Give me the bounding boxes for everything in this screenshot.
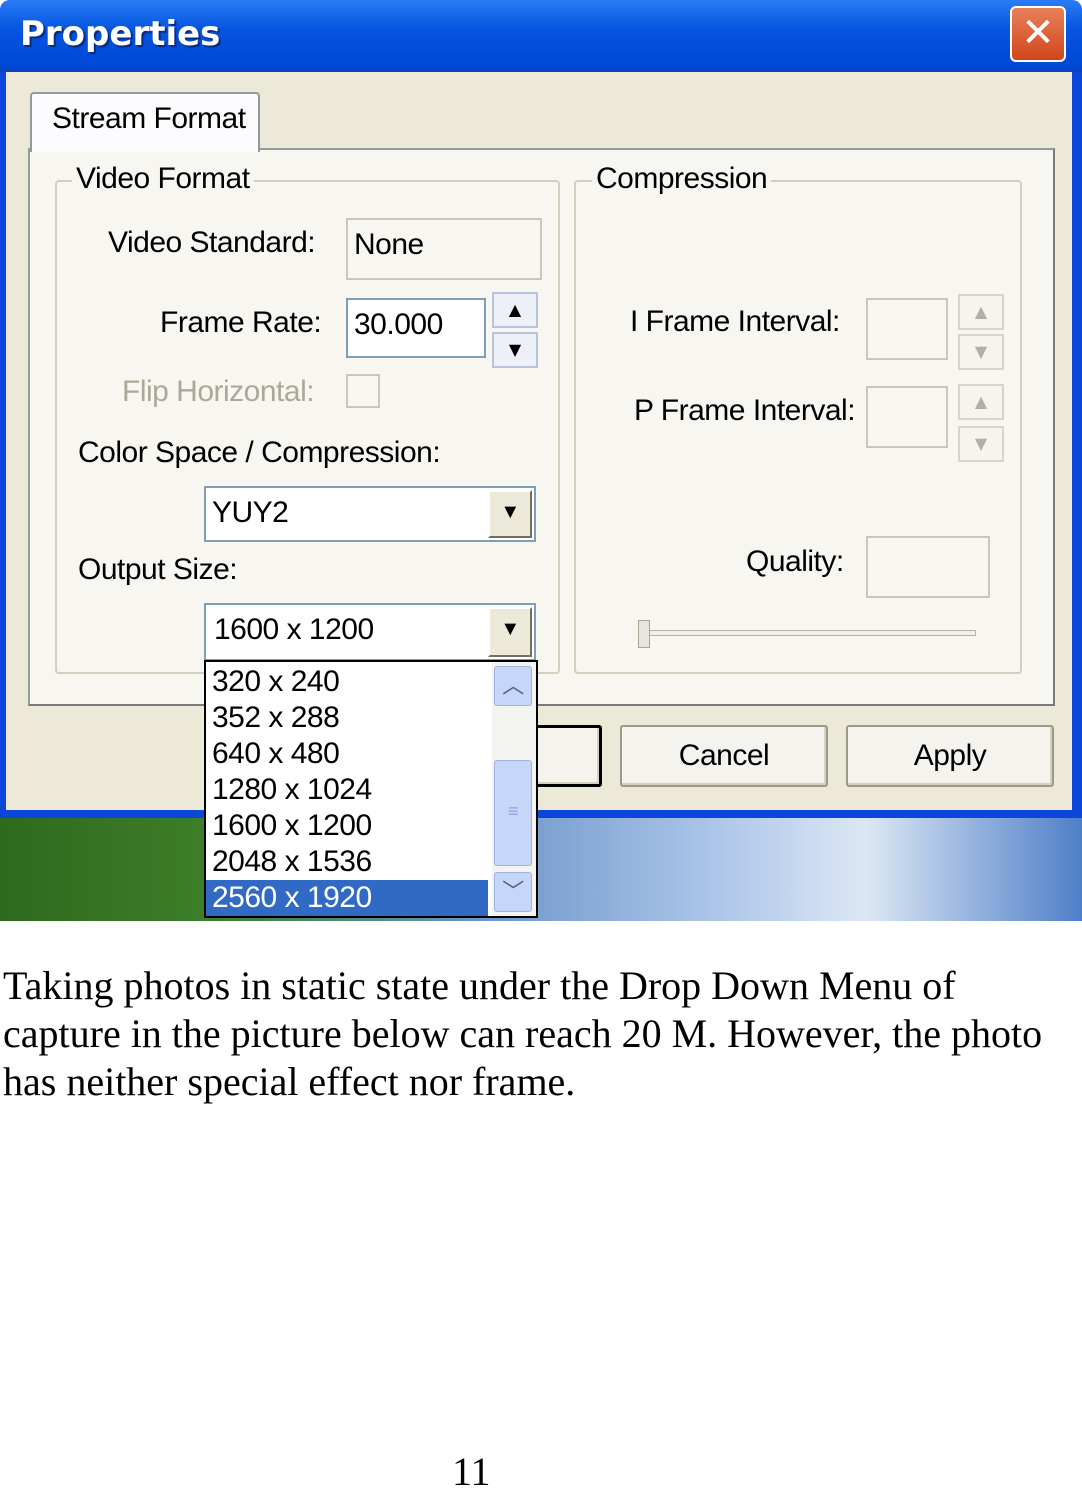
p-frame-interval-input[interactable]	[866, 386, 948, 448]
close-icon: ✕	[1021, 10, 1055, 56]
frame-rate-input[interactable]: 30.000	[346, 298, 486, 358]
tab-label: Stream Format	[52, 102, 246, 135]
scroll-down-icon[interactable]: ﹀	[494, 872, 532, 912]
quality-slider-track[interactable]	[640, 630, 976, 636]
window-title: Properties	[20, 14, 221, 54]
close-button[interactable]: ✕	[1010, 6, 1066, 62]
list-item[interactable]: 320 x 240	[212, 664, 488, 700]
desktop-background	[0, 818, 1082, 921]
list-scrollbar[interactable]: ︿ ≡ ﹀	[492, 662, 536, 916]
i-frame-up-button[interactable]: ▲	[958, 294, 1004, 330]
page-number: 11	[452, 1449, 491, 1494]
properties-window: Properties ✕ Stream Format Video Format …	[0, 0, 1082, 818]
flip-horizontal-checkbox[interactable]	[346, 374, 380, 408]
frame-rate-down-button[interactable]: ▼	[492, 332, 538, 368]
p-frame-down-button[interactable]: ▼	[958, 426, 1004, 462]
frame-rate-label: Frame Rate:	[160, 306, 322, 339]
list-item[interactable]: 1280 x 1024	[212, 772, 488, 808]
chevron-down-icon[interactable]: ▼	[488, 490, 532, 538]
video-standard-field: None	[346, 218, 542, 280]
body-paragraph: Taking photos in static state under the …	[3, 963, 1043, 1104]
title-bar[interactable]: Properties ✕	[0, 0, 1082, 72]
cancel-button[interactable]: Cancel	[620, 725, 828, 787]
list-item[interactable]: 1600 x 1200	[212, 808, 488, 844]
output-size-label: Output Size:	[78, 553, 238, 586]
frame-rate-up-button[interactable]: ▲	[492, 292, 538, 328]
list-item[interactable]: 352 x 288	[212, 700, 488, 736]
video-standard-value: None	[354, 228, 424, 261]
list-item[interactable]: 640 x 480	[212, 736, 488, 772]
chevron-down-icon[interactable]: ▼	[488, 607, 532, 657]
output-size-select[interactable]: 1600 x 1200 ▼	[204, 603, 536, 661]
quality-slider-thumb[interactable]	[638, 620, 650, 648]
color-space-label: Color Space / Compression:	[78, 436, 441, 469]
video-format-label: Video Format	[72, 162, 254, 196]
frame-rate-value: 30.000	[354, 308, 443, 341]
compression-label: Compression	[592, 162, 772, 196]
i-frame-down-button[interactable]: ▼	[958, 334, 1004, 370]
p-frame-interval-label: P Frame Interval:	[634, 394, 856, 427]
scroll-thumb[interactable]: ≡	[494, 760, 532, 866]
scroll-up-icon[interactable]: ︿	[494, 666, 532, 706]
i-frame-interval-input[interactable]	[866, 298, 948, 360]
output-size-dropdown-list[interactable]: 320 x 240 352 x 288 640 x 480 1280 x 102…	[204, 660, 538, 918]
tab-stream-format[interactable]: Stream Format	[30, 92, 260, 152]
list-item[interactable]: 2048 x 1536	[212, 844, 488, 880]
video-standard-label: Video Standard:	[108, 226, 316, 259]
output-size-value: 1600 x 1200	[214, 613, 374, 646]
apply-button[interactable]: Apply	[846, 725, 1054, 787]
color-space-select[interactable]: YUY2 ▼	[204, 486, 536, 542]
quality-label: Quality:	[746, 545, 844, 578]
flip-horizontal-label: Flip Horizontal:	[122, 375, 315, 408]
color-space-value: YUY2	[212, 496, 289, 529]
p-frame-up-button[interactable]: ▲	[958, 384, 1004, 420]
list-item-selected[interactable]: 2560 x 1920	[206, 880, 488, 916]
i-frame-interval-label: I Frame Interval:	[630, 305, 840, 338]
quality-input[interactable]	[866, 536, 990, 598]
